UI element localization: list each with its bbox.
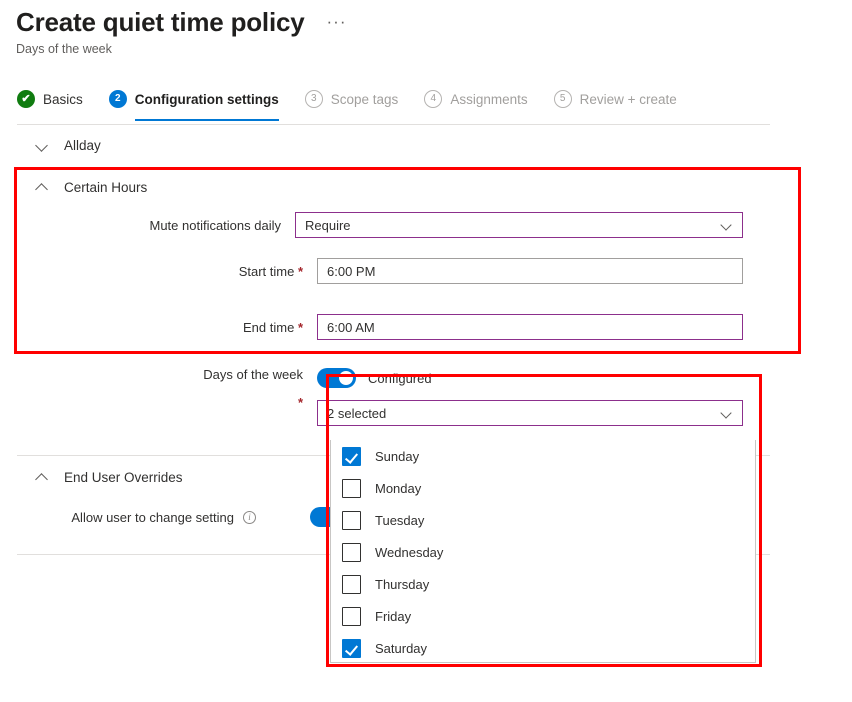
- checkbox-thursday[interactable]: [342, 575, 361, 594]
- list-item-label: Friday: [375, 609, 411, 624]
- checkbox-friday[interactable]: [342, 607, 361, 626]
- list-item-label: Wednesday: [375, 545, 443, 560]
- label-days-of-week-block: Days of the week *: [0, 367, 317, 410]
- list-item-friday[interactable]: Friday: [331, 600, 755, 632]
- chevron-down-icon: [721, 219, 733, 231]
- list-item-wednesday[interactable]: Wednesday: [331, 536, 755, 568]
- list-item-thursday[interactable]: Thursday: [331, 568, 755, 600]
- days-of-week-control: Configured 2 selected: [317, 367, 743, 426]
- chevron-up-icon: [36, 471, 48, 483]
- list-item-label: Thursday: [375, 577, 429, 592]
- create-quiet-time-policy-page: Create quiet time policy ··· Days of the…: [0, 0, 852, 702]
- step-label-configuration-settings: Configuration settings: [135, 92, 279, 107]
- list-item-tuesday[interactable]: Tuesday: [331, 504, 755, 536]
- list-item-monday[interactable]: Monday: [331, 472, 755, 504]
- page-header: Create quiet time policy ··· Days of the…: [16, 6, 816, 57]
- label-end-time-text: End time: [243, 320, 294, 335]
- label-start-time: Start time *: [0, 264, 317, 279]
- required-indicator: *: [298, 320, 303, 335]
- checkbox-wednesday[interactable]: [342, 543, 361, 562]
- step-badge-review-create: 5: [554, 90, 572, 108]
- start-time-value: 6:00 PM: [327, 264, 375, 279]
- mute-notifications-value: Require: [305, 218, 351, 233]
- label-start-time-text: Start time: [239, 264, 295, 279]
- list-item-label: Saturday: [375, 641, 427, 656]
- days-of-week-toggle[interactable]: [317, 368, 356, 388]
- section-end-user-overrides-title: End User Overrides: [64, 470, 183, 485]
- row-days-of-week: Days of the week * Configured 2 selected: [0, 355, 852, 433]
- step-badge-assignments: 4: [424, 90, 442, 108]
- tab-review-create[interactable]: 5 Review + create: [554, 84, 677, 117]
- row-start-time: Start time * 6:00 PM: [0, 243, 852, 299]
- tab-assignments[interactable]: 4 Assignments: [424, 84, 527, 117]
- step-label-review-create: Review + create: [580, 92, 677, 107]
- tab-scope-tags[interactable]: 3 Scope tags: [305, 84, 399, 117]
- required-indicator: *: [0, 395, 303, 410]
- start-time-input[interactable]: 6:00 PM: [317, 258, 743, 284]
- row-end-time: End time * 6:00 AM: [0, 299, 852, 355]
- wizard-steps: ✔ Basics 2 Configuration settings 3 Scop…: [17, 84, 677, 118]
- days-of-week-dropdown-panel: Sunday Monday Tuesday Wednesday Thursday…: [330, 440, 756, 663]
- days-of-week-toggle-label: Configured: [368, 371, 432, 386]
- chevron-down-icon: [36, 139, 48, 151]
- toggle-knob: [339, 371, 353, 385]
- checkbox-tuesday[interactable]: [342, 511, 361, 530]
- label-days-of-week: Days of the week: [0, 367, 303, 382]
- list-item-label: Tuesday: [375, 513, 424, 528]
- required-indicator: *: [298, 264, 303, 279]
- section-certain-hours-title: Certain Hours: [64, 180, 147, 195]
- mute-notifications-dropdown[interactable]: Require: [295, 212, 743, 238]
- step-badge-configuration-settings: 2: [109, 90, 127, 108]
- step-label-scope-tags: Scope tags: [331, 92, 399, 107]
- label-allow-user-change-text: Allow user to change setting: [71, 510, 234, 525]
- section-certain-hours[interactable]: Certain Hours: [0, 167, 852, 207]
- chevron-down-icon: [721, 407, 733, 419]
- step-badge-basics: ✔: [17, 90, 35, 108]
- tab-configuration-settings[interactable]: 2 Configuration settings: [109, 84, 279, 117]
- step-label-basics: Basics: [43, 92, 83, 107]
- page-title: Create quiet time policy: [16, 6, 305, 38]
- list-item-sunday[interactable]: Sunday: [331, 440, 755, 472]
- days-of-week-selected-summary: 2 selected: [327, 406, 386, 421]
- page-subtitle: Days of the week: [16, 41, 816, 57]
- checkbox-sunday[interactable]: [342, 447, 361, 466]
- checkbox-saturday[interactable]: [342, 639, 361, 658]
- list-item-label: Monday: [375, 481, 421, 496]
- label-end-time: End time *: [0, 320, 317, 335]
- label-allow-user-change: Allow user to change setting i: [0, 510, 270, 525]
- tab-basics[interactable]: ✔ Basics: [17, 84, 83, 117]
- section-allday-title: Allday: [64, 138, 101, 153]
- list-item-saturday[interactable]: Saturday: [331, 632, 755, 664]
- list-item-label: Sunday: [375, 449, 419, 464]
- row-mute-notifications: Mute notifications daily Require: [0, 207, 852, 243]
- chevron-up-icon: [36, 181, 48, 193]
- label-mute-notifications: Mute notifications daily: [0, 218, 295, 233]
- info-icon[interactable]: i: [243, 511, 256, 524]
- checkbox-monday[interactable]: [342, 479, 361, 498]
- end-time-value: 6:00 AM: [327, 320, 375, 335]
- more-options-icon[interactable]: ···: [327, 12, 347, 32]
- title-row: Create quiet time policy ···: [16, 6, 816, 38]
- section-allday[interactable]: Allday: [0, 125, 852, 165]
- step-label-assignments: Assignments: [450, 92, 527, 107]
- step-badge-scope-tags: 3: [305, 90, 323, 108]
- end-time-input[interactable]: 6:00 AM: [317, 314, 743, 340]
- days-of-week-dropdown[interactable]: 2 selected: [317, 400, 743, 426]
